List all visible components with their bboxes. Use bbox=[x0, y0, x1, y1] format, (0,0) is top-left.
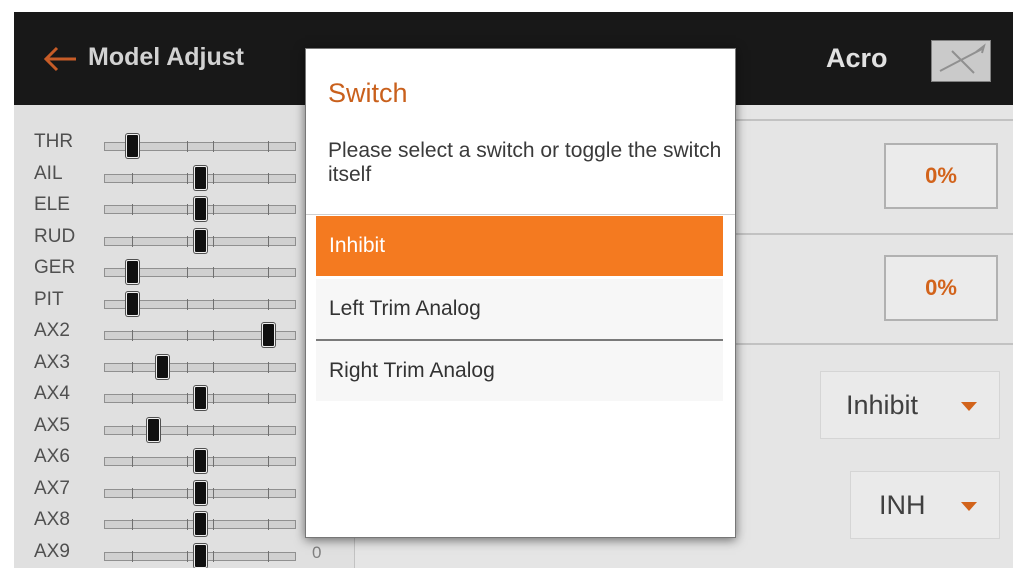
dialog-title: Switch bbox=[328, 78, 408, 108]
divider bbox=[306, 214, 735, 215]
option-right-trim-analog[interactable]: Right Trim Analog bbox=[316, 341, 723, 401]
option-inhibit[interactable]: Inhibit bbox=[316, 216, 723, 276]
dialog-message: Please select a switch or toggle the swi… bbox=[328, 139, 722, 186]
switch-dialog: Switch Please select a switch or toggle … bbox=[305, 48, 736, 538]
option-left-trim-analog[interactable]: Left Trim Analog bbox=[316, 279, 723, 339]
screenshot-frame: Model Adjust Acro THR AIL ELE RUD GER PIT AX2 A… bbox=[0, 0, 1027, 580]
transmitter-screen: Model Adjust Acro THR AIL ELE RUD GER PIT AX2 A… bbox=[14, 12, 1013, 568]
